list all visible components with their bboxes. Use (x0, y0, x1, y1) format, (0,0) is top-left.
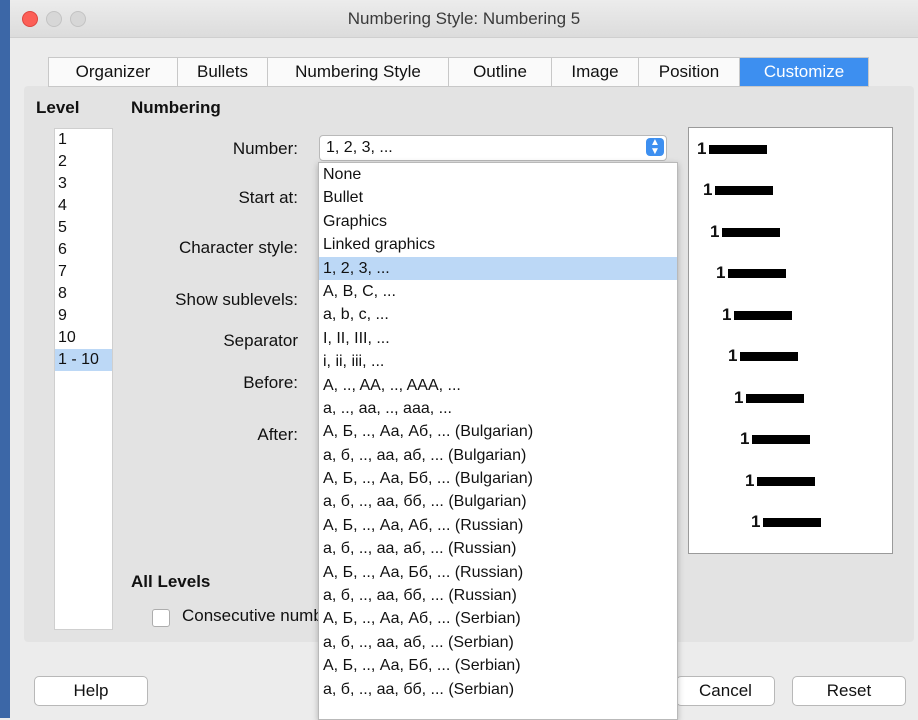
dropdown-option[interactable]: а, б, .., аа, бб, ... (Bulgarian) (319, 490, 677, 513)
number-select-value: 1, 2, 3, ... (326, 139, 393, 156)
dropdown-option[interactable]: Graphics (319, 210, 677, 233)
preview-number: 1 (740, 429, 750, 448)
level-heading: Level (36, 98, 80, 117)
preview-number: 1 (697, 139, 707, 158)
updown-arrows-icon[interactable]: ▲ ▼ (646, 138, 664, 157)
number-select[interactable]: 1, 2, 3, ... ▲ ▼ (319, 135, 667, 161)
preview-text-bar (763, 517, 822, 527)
preview-row: 1 (697, 139, 768, 159)
dropdown-option[interactable]: I, II, III, ... (319, 327, 677, 350)
preview-row: 1 (728, 346, 799, 366)
preview-text-bar (734, 310, 793, 320)
dropdown-option[interactable]: А, Б, .., Аа, Бб, ... (Russian) (319, 561, 677, 584)
preview-number: 1 (728, 346, 738, 365)
character-style-label: Character style: (178, 238, 298, 257)
dropdown-option[interactable]: а, б, .., аа, аб, ... (Russian) (319, 537, 677, 560)
tab-numbering-style[interactable]: Numbering Style (268, 58, 449, 86)
dropdown-option[interactable]: A, B, C, ... (319, 280, 677, 303)
level-item[interactable]: 7 (55, 261, 112, 283)
preview-number: 1 (722, 305, 732, 324)
preview-row: 1 (716, 263, 787, 283)
help-button[interactable]: Help (34, 676, 148, 706)
preview-row: 1 (740, 429, 811, 449)
show-sublevels-label: Show sublevels: (175, 290, 298, 309)
number-format-dropdown[interactable]: None Bullet Graphics Linked graphics 1, … (318, 162, 678, 720)
preview-number: 1 (734, 388, 744, 407)
number-label: Number: (232, 139, 298, 158)
dropdown-option-selected[interactable]: 1, 2, 3, ... (319, 256, 677, 280)
tab-bar: Organizer Bullets Numbering Style Outlin… (48, 57, 869, 87)
preview-row: 1 (710, 222, 781, 242)
dropdown-option[interactable]: a, .., aa, .., aaa, ... (319, 397, 677, 420)
consecutive-numbering-checkbox[interactable] (152, 609, 170, 627)
tab-customize[interactable]: Customize (740, 58, 868, 86)
preview-text-bar (740, 351, 799, 361)
preview-number: 1 (751, 512, 761, 531)
tab-position[interactable]: Position (639, 58, 740, 86)
before-label: Before: (243, 373, 298, 392)
dropdown-option[interactable]: None (319, 163, 677, 186)
dropdown-option[interactable]: А, Б, .., Аа, Аб, ... (Russian) (319, 514, 677, 537)
preview-number: 1 (716, 263, 726, 282)
reset-button[interactable]: Reset (792, 676, 906, 706)
dropdown-option[interactable]: А, Б, .., Аа, Аб, ... (Serbian) (319, 607, 677, 630)
numbering-preview: 1 1 1 1 1 1 1 1 1 1 (688, 127, 893, 554)
level-item[interactable]: 5 (55, 217, 112, 239)
preview-number: 1 (745, 471, 755, 490)
preview-number: 1 (703, 180, 713, 199)
preview-text-bar (722, 227, 781, 237)
preview-text-bar (728, 268, 787, 278)
tab-image[interactable]: Image (552, 58, 639, 86)
dropdown-option[interactable]: а, б, .., аа, аб, ... (Bulgarian) (319, 444, 677, 467)
window-edge (0, 0, 10, 718)
title-bar: Numbering Style: Numbering 5 (10, 0, 918, 38)
dropdown-option[interactable]: А, Б, .., Аа, Бб, ... (Bulgarian) (319, 467, 677, 490)
tab-outline[interactable]: Outline (449, 58, 552, 86)
tab-bullets[interactable]: Bullets (178, 58, 268, 86)
preview-row: 1 (745, 471, 816, 491)
dropdown-option[interactable]: A, .., AA, .., AAA, ... (319, 374, 677, 397)
tab-organizer[interactable]: Organizer (49, 58, 178, 86)
separator-label: Separator (223, 331, 298, 350)
dropdown-option[interactable]: а, б, .., аа, бб, ... (Serbian) (319, 678, 677, 701)
all-levels-heading: All Levels (131, 572, 211, 591)
dropdown-option[interactable]: Linked graphics (319, 233, 677, 256)
dropdown-option[interactable]: а, б, .., аа, бб, ... (Russian) (319, 584, 677, 607)
consecutive-numbering-label: Consecutive numbering (182, 606, 318, 625)
preview-row: 1 (734, 388, 805, 408)
cancel-button[interactable]: Cancel (676, 676, 775, 706)
dropdown-option[interactable]: a, b, c, ... (319, 303, 677, 326)
dropdown-option[interactable]: а, б, .., аа, аб, ... (Serbian) (319, 631, 677, 654)
preview-text-bar (709, 144, 768, 154)
preview-number: 1 (710, 222, 720, 241)
dropdown-option[interactable]: i, ii, iii, ... (319, 350, 677, 373)
dropdown-option[interactable]: А, Б, .., Аа, Аб, ... (Bulgarian) (319, 420, 677, 443)
level-item-selected[interactable]: 1 - 10 (55, 349, 112, 371)
numbering-heading: Numbering (131, 98, 221, 117)
window-title: Numbering Style: Numbering 5 (347, 9, 581, 28)
start-at-label: Start at: (238, 188, 298, 207)
preview-row: 1 (703, 180, 774, 200)
preview-text-bar (746, 393, 805, 403)
dropdown-option[interactable]: А, Б, .., Аа, Бб, ... (Serbian) (319, 654, 677, 677)
preview-row: 1 (751, 512, 822, 532)
preview-text-bar (752, 434, 811, 444)
preview-text-bar (715, 185, 774, 195)
dropdown-option[interactable]: Bullet (319, 186, 677, 209)
preview-text-bar (757, 476, 816, 486)
after-label: After: (257, 425, 298, 444)
preview-row: 1 (722, 305, 793, 325)
